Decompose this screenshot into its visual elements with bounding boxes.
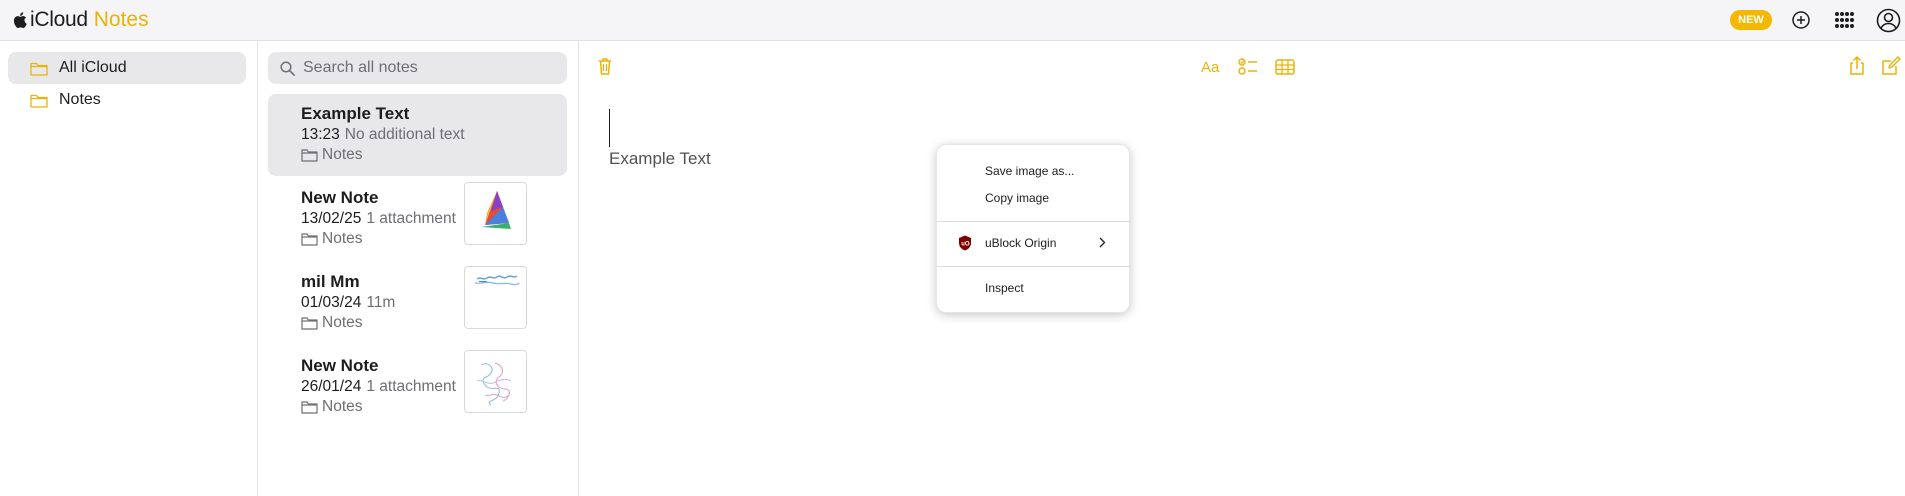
note-thumbnail — [464, 182, 527, 245]
note-subtitle: 1 attachment — [366, 378, 456, 395]
note-body-text[interactable]: Example Text — [609, 149, 711, 169]
sketch-preview-image — [476, 362, 512, 406]
ublock-origin-label: uBlock Origin — [985, 236, 1057, 250]
note-date: 13:23 — [301, 126, 340, 143]
sidebar-item-label: Notes — [59, 91, 101, 108]
sidebar-item-all-icloud[interactable]: All iCloud — [8, 52, 246, 84]
brand-icloud-text: iCloud — [30, 8, 88, 31]
note-folder: Notes — [301, 230, 363, 248]
note-date: 01/03/24 — [301, 294, 362, 311]
compose-icon[interactable] — [1880, 55, 1902, 77]
copy-image-menu-item[interactable]: Copy image — [937, 186, 1131, 210]
top-bar: iCloud Notes NEW — [0, 0, 1905, 41]
note-date: 26/01/24 — [301, 378, 362, 395]
text-format-icon[interactable]: Aa — [1200, 56, 1224, 78]
search-icon — [280, 60, 295, 76]
note-item-new-note-2[interactable]: New Note 26/01/24 1 attachment Notes — [268, 346, 567, 428]
note-folder: Notes — [301, 398, 363, 416]
note-title: Example Text — [301, 104, 410, 123]
share-icon[interactable] — [1846, 55, 1868, 77]
apple-logo-icon — [13, 12, 27, 28]
note-title: mil Mm — [301, 272, 360, 291]
brand-notes-text: Notes — [93, 8, 149, 31]
search-box[interactable] — [268, 52, 567, 84]
menu-divider — [937, 266, 1131, 267]
note-folder-label: Notes — [322, 398, 363, 415]
folder-outline-icon — [301, 149, 318, 162]
note-date: 13/02/25 — [301, 210, 362, 227]
note-thumbnail — [464, 350, 527, 413]
text-cursor — [609, 109, 610, 147]
notes-list: Example Text 13:23No additional text Not… — [259, 41, 579, 496]
note-meta: 13:23 No additional text — [301, 126, 465, 144]
note-item-example-text[interactable]: Example Text 13:23 No additional text Not… — [268, 94, 567, 176]
note-title: New Note — [301, 188, 379, 207]
menu-divider — [937, 221, 1131, 222]
search-input[interactable] — [303, 59, 553, 77]
context-menu: Save image as... Copy image uO uBlock Or… — [936, 144, 1131, 313]
note-meta: 13/02/25 1 attachment — [301, 210, 456, 228]
attachment-preview-image — [481, 191, 511, 229]
note-thumbnail — [464, 266, 527, 329]
note-folder: Notes — [301, 314, 363, 332]
sketch-preview-image — [474, 275, 520, 286]
note-folder-label: Notes — [322, 146, 363, 163]
svg-text:Aa: Aa — [1201, 59, 1220, 76]
note-folder-label: Notes — [322, 230, 363, 247]
checklist-icon[interactable] — [1237, 56, 1259, 78]
note-title: New Note — [301, 356, 379, 375]
note-folder-label: Notes — [322, 314, 363, 331]
note-editor: Aa Example Text — [580, 41, 1905, 496]
note-subtitle: No additional text — [344, 126, 465, 143]
ublock-shield-icon: uO — [959, 235, 971, 251]
folder-outline-icon — [301, 317, 318, 330]
note-meta: 01/03/24 11m — [301, 294, 395, 312]
sidebar-item-label: All iCloud — [59, 59, 127, 76]
note-subtitle: 11m — [366, 294, 396, 311]
sidebar-item-notes[interactable]: Notes — [8, 84, 246, 116]
new-badge[interactable]: NEW — [1730, 10, 1772, 30]
add-circle-icon[interactable] — [1790, 9, 1812, 31]
ublock-origin-menu-item[interactable]: uO uBlock Origin — [937, 231, 1131, 255]
folder-icon — [30, 62, 48, 76]
note-folder: Notes — [301, 146, 363, 164]
note-item-new-note[interactable]: New Note 13/02/25 1 attachment Notes — [268, 178, 567, 260]
account-avatar-icon[interactable] — [1876, 8, 1901, 33]
app-brand[interactable]: iCloud Notes — [12, 8, 149, 32]
folder-icon — [30, 94, 48, 108]
note-item-mil-mm[interactable]: mil Mm 01/03/24 11m Notes — [268, 262, 567, 344]
app-grid-icon[interactable] — [1833, 9, 1855, 31]
folder-outline-icon — [301, 401, 318, 414]
folder-outline-icon — [301, 233, 318, 246]
trash-icon[interactable] — [594, 55, 616, 77]
note-subtitle: 1 attachment — [366, 210, 456, 227]
inspect-menu-item[interactable]: Inspect — [937, 276, 1131, 300]
chevron-right-icon — [1099, 237, 1106, 248]
folder-sidebar: All iCloud Notes — [0, 41, 258, 496]
table-icon[interactable] — [1274, 56, 1296, 78]
svg-text:uO: uO — [961, 242, 970, 248]
save-image-as-menu-item[interactable]: Save image as... — [937, 159, 1131, 183]
note-meta: 26/01/24 1 attachment — [301, 378, 456, 396]
